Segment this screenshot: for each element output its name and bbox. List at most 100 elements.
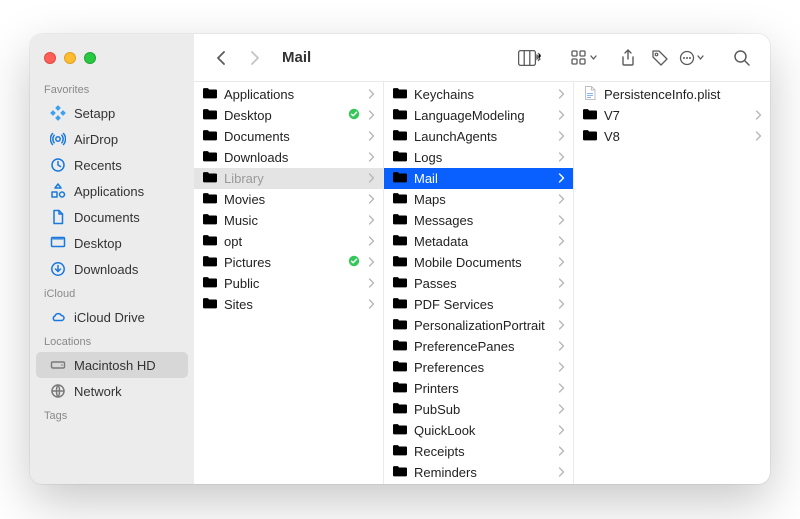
item-label: PDF Services (414, 297, 552, 312)
folder-row[interactable]: Metadata (384, 231, 573, 252)
chevron-right-icon (368, 277, 375, 291)
item-label: Applications (224, 87, 362, 102)
chevron-right-icon (558, 109, 565, 123)
column-2[interactable]: PersistenceInfo.plistV7 V8 (574, 82, 770, 484)
folder-row[interactable]: Applications (194, 84, 383, 105)
item-label: Printers (414, 381, 552, 396)
sidebar-item-macintosh-hd[interactable]: Macintosh HD (36, 352, 188, 378)
item-label: Music (224, 213, 362, 228)
folder-row[interactable]: PreferencePanes (384, 336, 573, 357)
file-row[interactable]: PersistenceInfo.plist (574, 84, 770, 105)
folder-row[interactable]: Preferences (384, 357, 573, 378)
folder-row[interactable]: Reminders (384, 462, 573, 483)
folder-row[interactable]: V7 (574, 105, 770, 126)
sidebar-item-desktop[interactable]: Desktop (36, 230, 188, 256)
maximize-window-button[interactable] (84, 52, 96, 64)
folder-icon (392, 170, 408, 187)
sidebar-item-icloud-drive[interactable]: iCloud Drive (36, 304, 188, 330)
folder-row[interactable]: Sites (194, 294, 383, 315)
sidebar-item-label: Network (74, 384, 122, 399)
folder-row[interactable]: Passes (384, 273, 573, 294)
doc-icon (50, 209, 66, 225)
folder-row[interactable]: Printers (384, 378, 573, 399)
column-0[interactable]: Applications DesktopDocumentsDownloadsLib… (194, 82, 384, 484)
folder-row[interactable]: PubSub (384, 399, 573, 420)
folder-row[interactable]: Maps (384, 189, 573, 210)
folder-row[interactable]: Logs (384, 147, 573, 168)
folder-row[interactable]: Downloads (194, 147, 383, 168)
folder-row[interactable]: PersonalizationPortrait (384, 315, 573, 336)
sidebar-item-network[interactable]: Network (36, 378, 188, 404)
close-window-button[interactable] (44, 52, 56, 64)
folder-row[interactable]: Desktop (194, 105, 383, 126)
folder-row[interactable]: Public (194, 273, 383, 294)
folder-icon (392, 317, 408, 334)
folder-icon (392, 149, 408, 166)
item-label: V8 (604, 129, 749, 144)
toolbar: Mail (194, 34, 770, 82)
tags-button[interactable] (646, 44, 674, 72)
folder-row[interactable]: Receipts (384, 441, 573, 462)
folder-row[interactable]: Music (194, 210, 383, 231)
item-label: PersonalizationPortrait (414, 318, 552, 333)
folder-icon (392, 107, 408, 124)
item-label: Logs (414, 150, 552, 165)
forward-button[interactable] (240, 44, 268, 72)
chevron-right-icon (368, 109, 375, 123)
column-view: Applications DesktopDocumentsDownloadsLib… (194, 82, 770, 484)
hdd-icon (50, 357, 66, 373)
folder-row[interactable]: opt (194, 231, 383, 252)
minimize-window-button[interactable] (64, 52, 76, 64)
file-icon (582, 85, 598, 104)
chevron-right-icon (558, 403, 565, 417)
back-button[interactable] (208, 44, 236, 72)
folder-row[interactable]: V8 (574, 126, 770, 147)
folder-row[interactable]: Pictures (194, 252, 383, 273)
folder-row[interactable]: Library (194, 168, 383, 189)
search-button[interactable] (728, 44, 756, 72)
folder-icon (392, 464, 408, 481)
sidebar-item-recents[interactable]: Recents (36, 152, 188, 178)
action-menu-button[interactable] (678, 44, 706, 72)
folder-row[interactable]: LanguageModeling (384, 105, 573, 126)
sidebar-group-label: iCloud (30, 282, 194, 304)
item-label: Keychains (414, 87, 552, 102)
folder-icon (392, 443, 408, 460)
folder-icon (392, 296, 408, 313)
folder-icon (392, 86, 408, 103)
share-button[interactable] (614, 44, 642, 72)
sync-badge-icon (348, 255, 360, 270)
folder-row[interactable]: QuickLook (384, 420, 573, 441)
column-1[interactable]: Keychains LanguageModelingLaunchAgents Log… (384, 82, 574, 484)
folder-row[interactable]: Messages (384, 210, 573, 231)
sidebar-item-downloads[interactable]: Downloads (36, 256, 188, 282)
group-by-button[interactable] (570, 44, 598, 72)
sidebar-item-airdrop[interactable]: AirDrop (36, 126, 188, 152)
chevron-right-icon (558, 172, 565, 186)
folder-icon (202, 170, 218, 187)
item-label: Sites (224, 297, 362, 312)
chevron-right-icon (558, 340, 565, 354)
sync-badge-icon (348, 108, 360, 123)
sidebar-item-applications[interactable]: Applications (36, 178, 188, 204)
globe-icon (50, 383, 66, 399)
folder-icon (392, 233, 408, 250)
folder-icon (392, 212, 408, 229)
folder-row[interactable]: Mobile Documents (384, 252, 573, 273)
folder-row[interactable]: Keychains (384, 84, 573, 105)
folder-row[interactable]: PDF Services (384, 294, 573, 315)
folder-icon (202, 233, 218, 250)
sidebar-item-documents[interactable]: Documents (36, 204, 188, 230)
sidebar-item-setapp[interactable]: Setapp (36, 100, 188, 126)
chevron-right-icon (558, 277, 565, 291)
folder-row[interactable]: Mail (384, 168, 573, 189)
folder-icon (582, 107, 598, 124)
folder-row[interactable]: LaunchAgents (384, 126, 573, 147)
folder-row[interactable]: Documents (194, 126, 383, 147)
item-label: Movies (224, 192, 362, 207)
folder-row[interactable]: Movies (194, 189, 383, 210)
chevron-right-icon (368, 193, 375, 207)
view-columns-button[interactable] (516, 44, 544, 72)
desktop-icon (50, 235, 66, 251)
window-title: Mail (282, 49, 311, 66)
